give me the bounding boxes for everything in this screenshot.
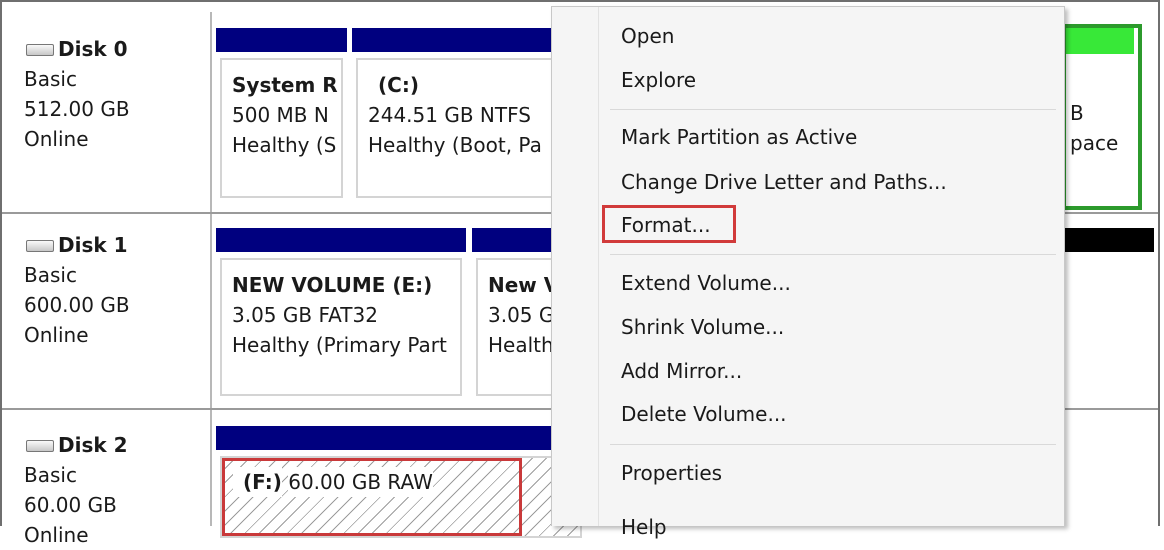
menu-help[interactable]: Help xyxy=(621,512,667,542)
disk-icon xyxy=(24,42,54,56)
partition-title: (C:) xyxy=(378,73,419,97)
menu-extend-volume[interactable]: Extend Volume... xyxy=(621,268,791,298)
partition-c[interactable]: (C:) 244.51 GB NTFS Healthy (Boot, Pa xyxy=(352,28,582,206)
menu-separator xyxy=(610,444,1056,445)
disk-name: Disk 1 xyxy=(58,233,128,257)
disk-info-2[interactable]: Disk 2 Basic 60.00 GB Online xyxy=(2,410,212,547)
disk-size: 512.00 GB xyxy=(24,97,130,121)
partition-bar xyxy=(216,228,466,252)
partition-f-unallocated[interactable]: (F:) 60.00 GB RAW xyxy=(216,426,582,546)
disk-size: 600.00 GB xyxy=(24,293,130,317)
disk-type: Basic xyxy=(24,263,77,287)
disk-icon xyxy=(24,238,54,252)
menu-shrink-volume[interactable]: Shrink Volume... xyxy=(621,312,784,342)
partition-title: System R xyxy=(232,73,338,97)
disk-status: Online xyxy=(24,127,89,151)
disk-name: Disk 2 xyxy=(58,433,128,457)
disk-icon xyxy=(24,438,54,452)
menu-properties[interactable]: Properties xyxy=(621,458,722,488)
menu-change-drive-letter[interactable]: Change Drive Letter and Paths... xyxy=(621,167,947,197)
disk-info-0[interactable]: Disk 0 Basic 512.00 GB Online xyxy=(2,12,212,212)
disk-status: Online xyxy=(24,523,89,547)
partition-bar xyxy=(216,426,582,450)
disk-info-1[interactable]: Disk 1 Basic 600.00 GB Online xyxy=(2,214,212,408)
menu-separator xyxy=(610,254,1056,255)
partition-size: 3.05 GB FAT32 xyxy=(232,303,378,327)
partition-status: Healthy (S xyxy=(232,133,337,157)
partition-system-reserved[interactable]: System R 500 MB N Healthy (S xyxy=(216,28,347,206)
partition-e[interactable]: NEW VOLUME (E:) 3.05 GB FAT32 Healthy (P… xyxy=(216,228,466,404)
disk-status: Online xyxy=(24,323,89,347)
menu-explore[interactable]: Explore xyxy=(621,65,696,95)
partition-size: 244.51 GB NTFS xyxy=(368,103,531,127)
disk-name: Disk 0 xyxy=(58,37,128,61)
partition-bar xyxy=(216,28,347,52)
partition-title: (F:) xyxy=(233,467,282,497)
menu-open[interactable]: Open xyxy=(621,21,674,51)
partition-status: Healthy (Boot, Pa xyxy=(368,133,542,157)
disk-type: Basic xyxy=(24,463,77,487)
partition-bar xyxy=(352,28,582,52)
menu-delete-volume[interactable]: Delete Volume... xyxy=(621,399,787,429)
free-space-status: pace xyxy=(1070,131,1119,155)
partition-size: 60.00 GB RAW xyxy=(288,467,433,497)
unallocated-bar xyxy=(1064,228,1154,252)
free-space-size: B xyxy=(1070,101,1084,125)
partition-title: NEW VOLUME (E:) xyxy=(232,273,433,297)
disk-type: Basic xyxy=(24,67,77,91)
format-highlight-box xyxy=(602,205,736,243)
menu-add-mirror[interactable]: Add Mirror... xyxy=(621,356,742,386)
free-space-text: B pace xyxy=(1070,98,1118,158)
partition-size: 500 MB N xyxy=(232,103,329,127)
menu-separator xyxy=(610,109,1056,110)
disk-size: 60.00 GB xyxy=(24,493,117,517)
selected-partition-outline: (F:) 60.00 GB RAW xyxy=(222,458,522,536)
partition-status: Healthy (Primary Part xyxy=(232,333,447,357)
menu-mark-partition-active[interactable]: Mark Partition as Active xyxy=(621,122,857,152)
context-menu: Open Explore Mark Partition as Active Ch… xyxy=(551,6,1065,539)
